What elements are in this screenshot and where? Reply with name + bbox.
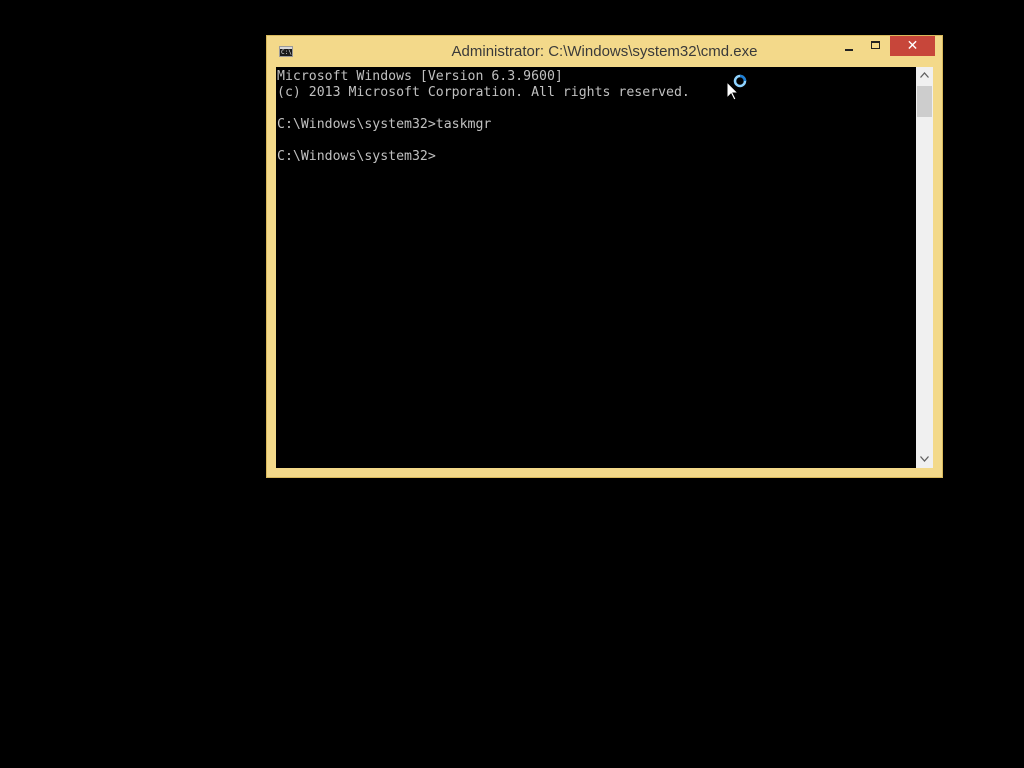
vertical-scrollbar[interactable] — [916, 67, 933, 468]
desktop: C:\ Administrator: C:\Windows\system32\c… — [0, 0, 1024, 768]
scroll-thumb[interactable] — [917, 86, 932, 117]
maximize-button[interactable] — [863, 36, 889, 56]
title-bar[interactable]: C:\ Administrator: C:\Windows\system32\c… — [267, 36, 942, 67]
console-line: Microsoft Windows [Version 6.3.9600] — [277, 69, 563, 84]
console-prompt[interactable]: C:\Windows\system32> — [277, 149, 436, 165]
console-line: (c) 2013 Microsoft Corporation. All righ… — [277, 85, 690, 100]
loading-ring-icon — [733, 74, 747, 88]
close-button[interactable]: ✕ — [890, 36, 935, 56]
scroll-down-button[interactable] — [916, 451, 933, 468]
cmd-window[interactable]: C:\ Administrator: C:\Windows\system32\c… — [266, 35, 943, 478]
console-output[interactable]: Microsoft Windows [Version 6.3.9600] (c)… — [276, 67, 916, 468]
chevron-down-icon — [920, 456, 929, 462]
console-line: C:\Windows\system32>taskmgr — [277, 117, 492, 132]
chevron-up-icon — [920, 72, 929, 78]
scroll-up-button[interactable] — [916, 67, 933, 84]
minimize-button[interactable] — [835, 36, 863, 56]
